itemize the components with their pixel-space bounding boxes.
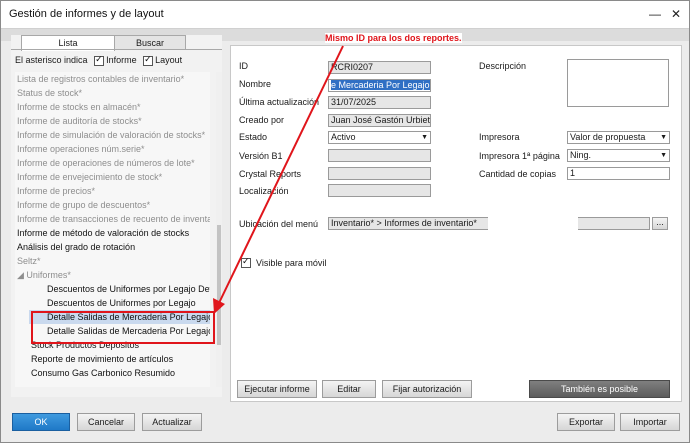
annotation-arrow-icon bbox=[213, 45, 344, 314]
report-layout-manager-window: Gestión de informes y de layout — ✕ List… bbox=[0, 0, 690, 443]
